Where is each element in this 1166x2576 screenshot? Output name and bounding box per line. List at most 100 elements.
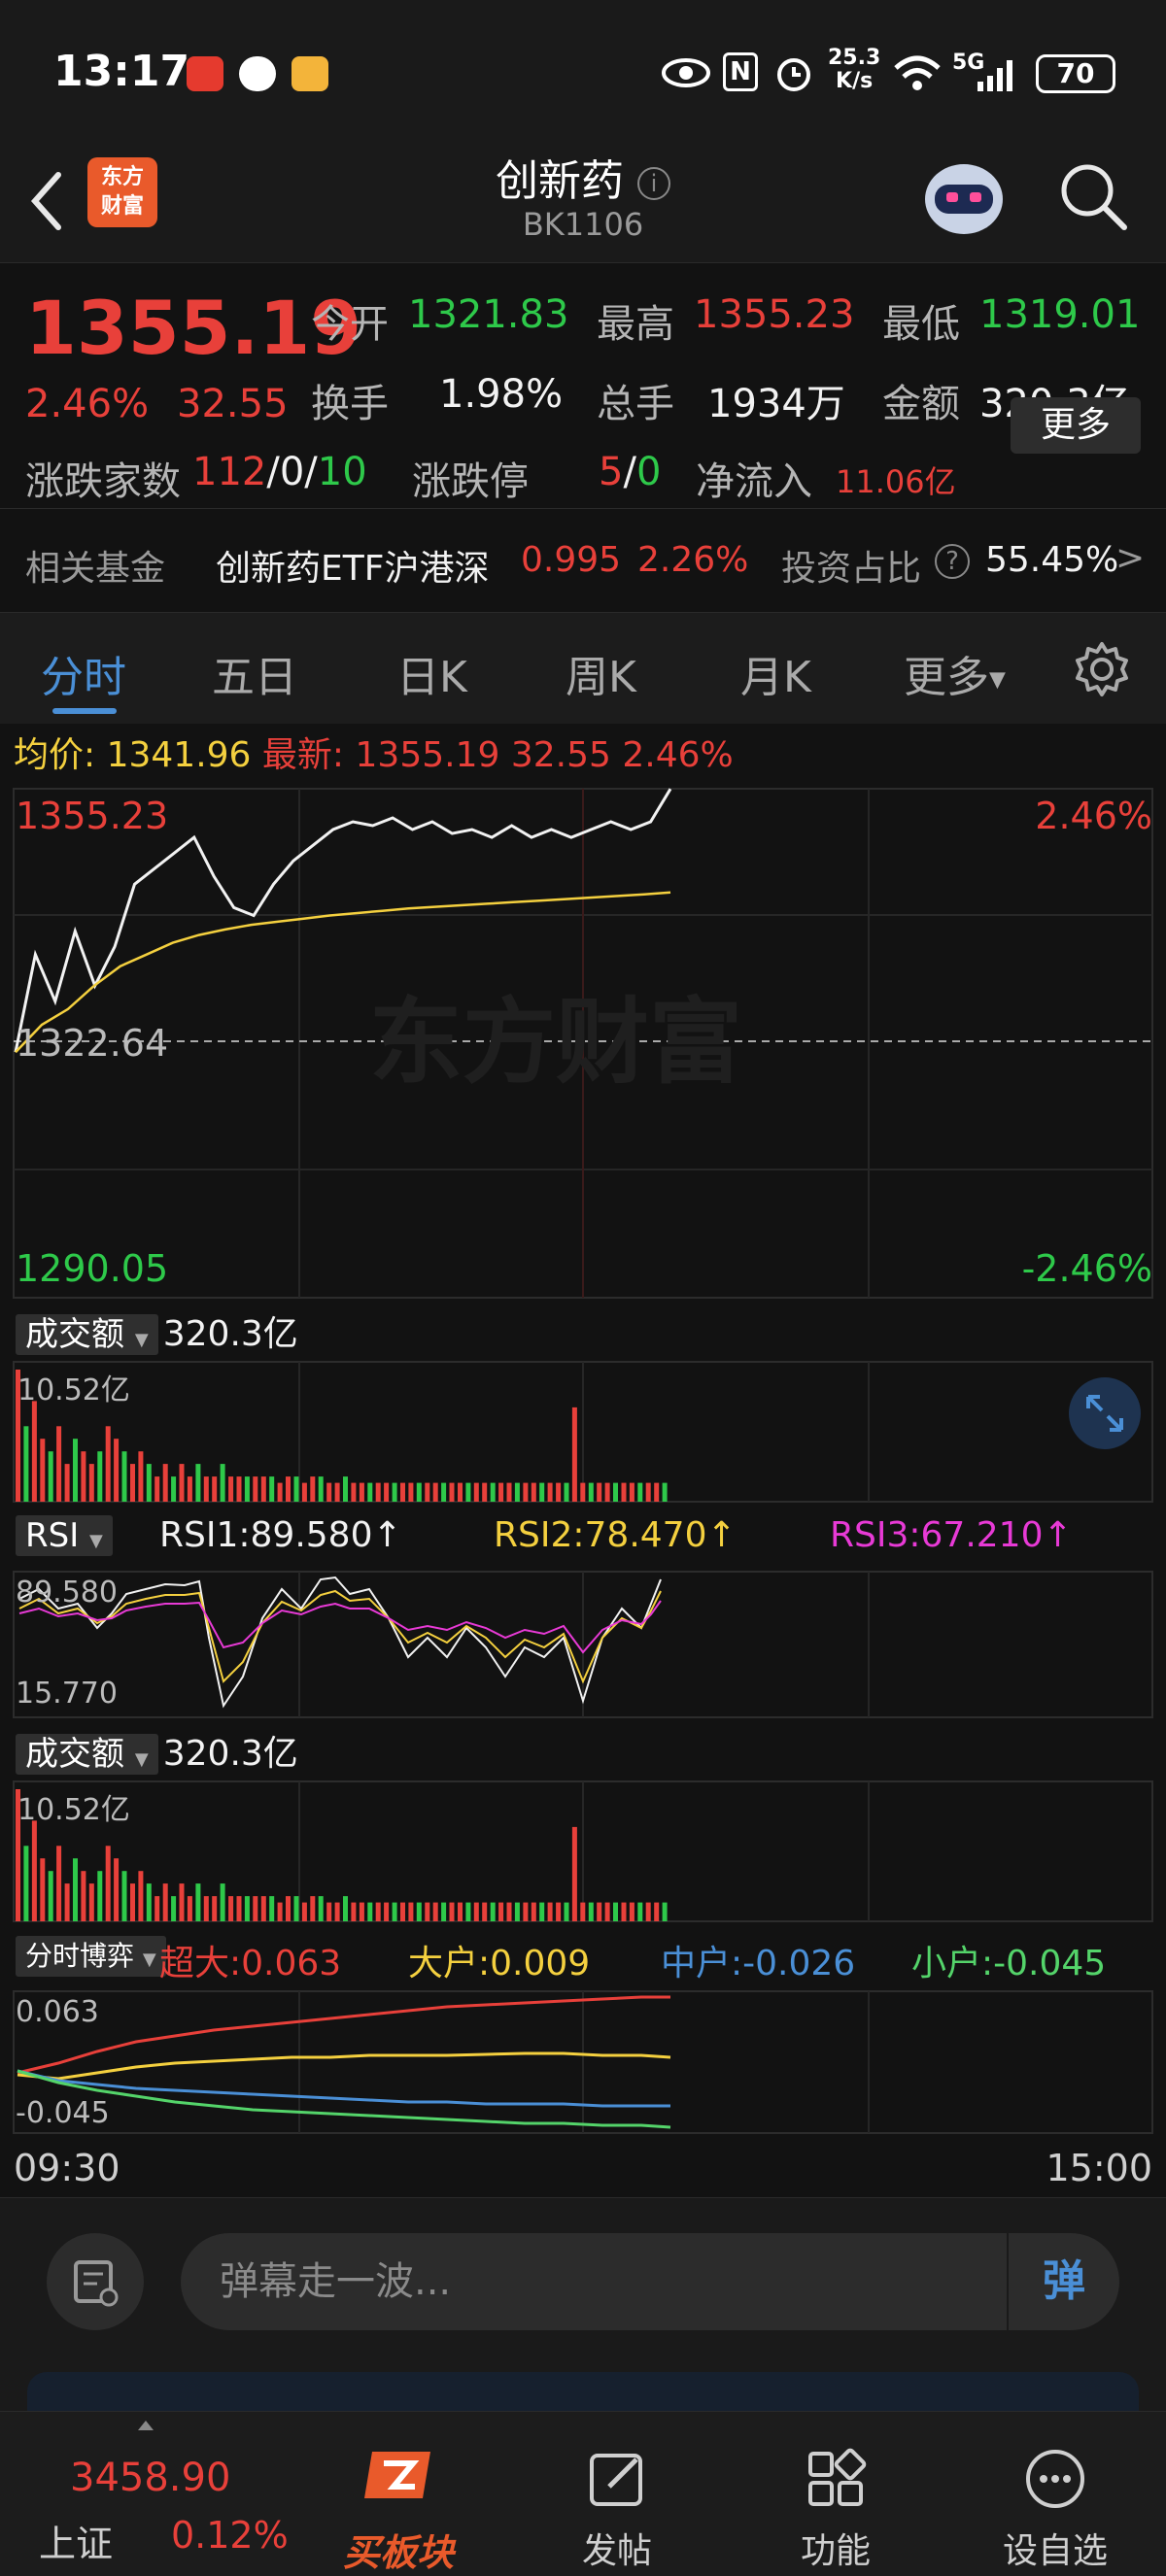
info-icon[interactable]: i [637, 167, 670, 200]
amount-bar [48, 1451, 53, 1502]
amount2-bar [310, 1896, 316, 1921]
amount2-bar [40, 1858, 46, 1921]
tab-more[interactable]: 更多▼ [904, 642, 1006, 704]
tab-more-label: 更多 [904, 653, 989, 702]
quote-panel: 1355.19 2.46% 32.55 今开 1321.83 最高 1355.2… [0, 262, 1166, 612]
amount-bar [162, 1464, 168, 1502]
amount-bar [40, 1439, 46, 1502]
limit-counts: 5/0 [599, 450, 662, 494]
amount-selector-label: 成交额 [25, 1315, 124, 1354]
amount-bar [334, 1482, 340, 1502]
amount2-bar [130, 1883, 135, 1921]
amount-bar [523, 1482, 529, 1502]
tab-week-k[interactable]: 周K [566, 642, 636, 704]
expand-icon[interactable] [1069, 1377, 1141, 1449]
down-count: 10 [317, 450, 367, 494]
amount2-bar [556, 1902, 562, 1921]
amount-label: 金额 [882, 382, 960, 426]
amount-bar [556, 1482, 562, 1502]
amount-bar [359, 1482, 364, 1502]
amount-bar [654, 1482, 660, 1502]
nav-add-watchlist[interactable]: 设自选 [977, 2444, 1133, 2573]
amount-total: 320.3亿 [162, 1314, 298, 1354]
search-icon[interactable] [1054, 157, 1132, 235]
nav-add-watchlist-label: 设自选 [1002, 2531, 1108, 2571]
limit-label: 涨跌停 [412, 459, 529, 504]
latest-value: 1355.19 [355, 735, 500, 775]
amount2-bar [64, 1883, 70, 1921]
updown-label: 涨跌家数 [25, 459, 181, 504]
tab-five-day[interactable]: 五日 [212, 642, 297, 704]
amount-bar [318, 1476, 324, 1502]
danmaku-settings-button[interactable] [47, 2233, 144, 2330]
amount-bar [662, 1482, 668, 1502]
pct-bottom-label: -2.46% [1021, 1247, 1152, 1290]
capital-game-panel [13, 1990, 1153, 2134]
message-icon [239, 56, 276, 91]
inflow-label: 净流入 [696, 459, 812, 504]
amount2-bar [645, 1902, 651, 1921]
amount2-bar [146, 1883, 152, 1921]
avg-value: 1341.96 [106, 735, 252, 775]
time-start-label: 09:30 [14, 2147, 120, 2189]
app-notification-icon-2 [292, 56, 328, 91]
updown-counts: 112/0/10 [192, 450, 367, 494]
amount2-bar [498, 1902, 504, 1921]
tab-intraday[interactable]: 分时 [41, 642, 126, 704]
nfc-icon: N [723, 52, 758, 91]
rsi-selector[interactable]: RSI ▼ [16, 1515, 113, 1556]
settings-gear-icon[interactable] [1073, 640, 1131, 698]
tab-day-k[interactable]: 日K [396, 642, 467, 704]
amount2-bar [506, 1902, 512, 1921]
related-fund-row[interactable]: 相关基金 创新药ETF沪港深 0.995 2.26% 投资占比 ? 55.45%… [0, 508, 1166, 615]
price-top-label: 1355.23 [16, 795, 169, 837]
index-ticker[interactable]: 3458.90 上证 0.12% [0, 2421, 292, 2566]
status-time: 13:17 [53, 47, 190, 96]
open-value: 1321.83 [408, 292, 569, 337]
robot-assistant-icon[interactable] [917, 155, 1011, 243]
amount2-bar [597, 1902, 602, 1921]
turnover-label: 换手 [311, 382, 389, 426]
amount2-bar [81, 1871, 86, 1921]
tab-month-k[interactable]: 月K [740, 642, 811, 704]
amount-selector-2[interactable]: 成交额 ▼ [16, 1734, 158, 1775]
amount2-bar [637, 1902, 643, 1921]
capital-selector[interactable]: 分时博弈 ▼ [16, 1936, 166, 1977]
amount-bar [597, 1482, 602, 1502]
amount-bar [547, 1482, 553, 1502]
amount-max-label-2: 10.52亿 [17, 1793, 130, 1827]
rsi2-value: RSI2:78.470↑ [494, 1515, 737, 1555]
amount-selector[interactable]: 成交额 ▼ [16, 1314, 158, 1355]
amount-bar [637, 1482, 643, 1502]
amount-bar [629, 1482, 634, 1502]
help-icon[interactable]: ? [935, 544, 970, 579]
rsi1-value: RSI1:89.580↑ [159, 1515, 402, 1555]
fund-label: 相关基金 [25, 549, 166, 589]
watermark: 东方财富 [369, 988, 742, 1097]
amount2-bar [195, 1883, 201, 1921]
amount2-bar [588, 1902, 594, 1921]
amount-bar [97, 1451, 103, 1502]
amount-bar [244, 1476, 250, 1502]
super-flow-line [17, 1995, 670, 2075]
nav-post[interactable]: 发帖 [539, 2444, 695, 2573]
amount2-bar [334, 1902, 340, 1921]
amount2-bar [138, 1871, 144, 1921]
amount-bar [31, 1401, 37, 1502]
nav-buy-sector[interactable]: 买板块 [321, 2444, 476, 2576]
amount2-bar [449, 1902, 455, 1921]
amount-bar [490, 1482, 496, 1502]
amount2-bar [458, 1902, 463, 1921]
danmaku-send-button[interactable]: 弹 [1007, 2233, 1119, 2330]
danmaku-input[interactable]: 弹幕走一波... [181, 2233, 1007, 2330]
amount2-bar [662, 1902, 668, 1921]
amount-bar [73, 1439, 78, 1502]
nav-functions[interactable]: 功能 [758, 2444, 913, 2573]
amount2-bar [88, 1883, 94, 1921]
amount-bar [498, 1482, 504, 1502]
amount-bar [64, 1464, 70, 1502]
more-quote-button[interactable]: 更多 [1011, 397, 1141, 454]
amount-bar [613, 1482, 618, 1502]
expand-up-icon [138, 2421, 154, 2430]
dropdown-caret-icon: ▼ [134, 1330, 149, 1350]
